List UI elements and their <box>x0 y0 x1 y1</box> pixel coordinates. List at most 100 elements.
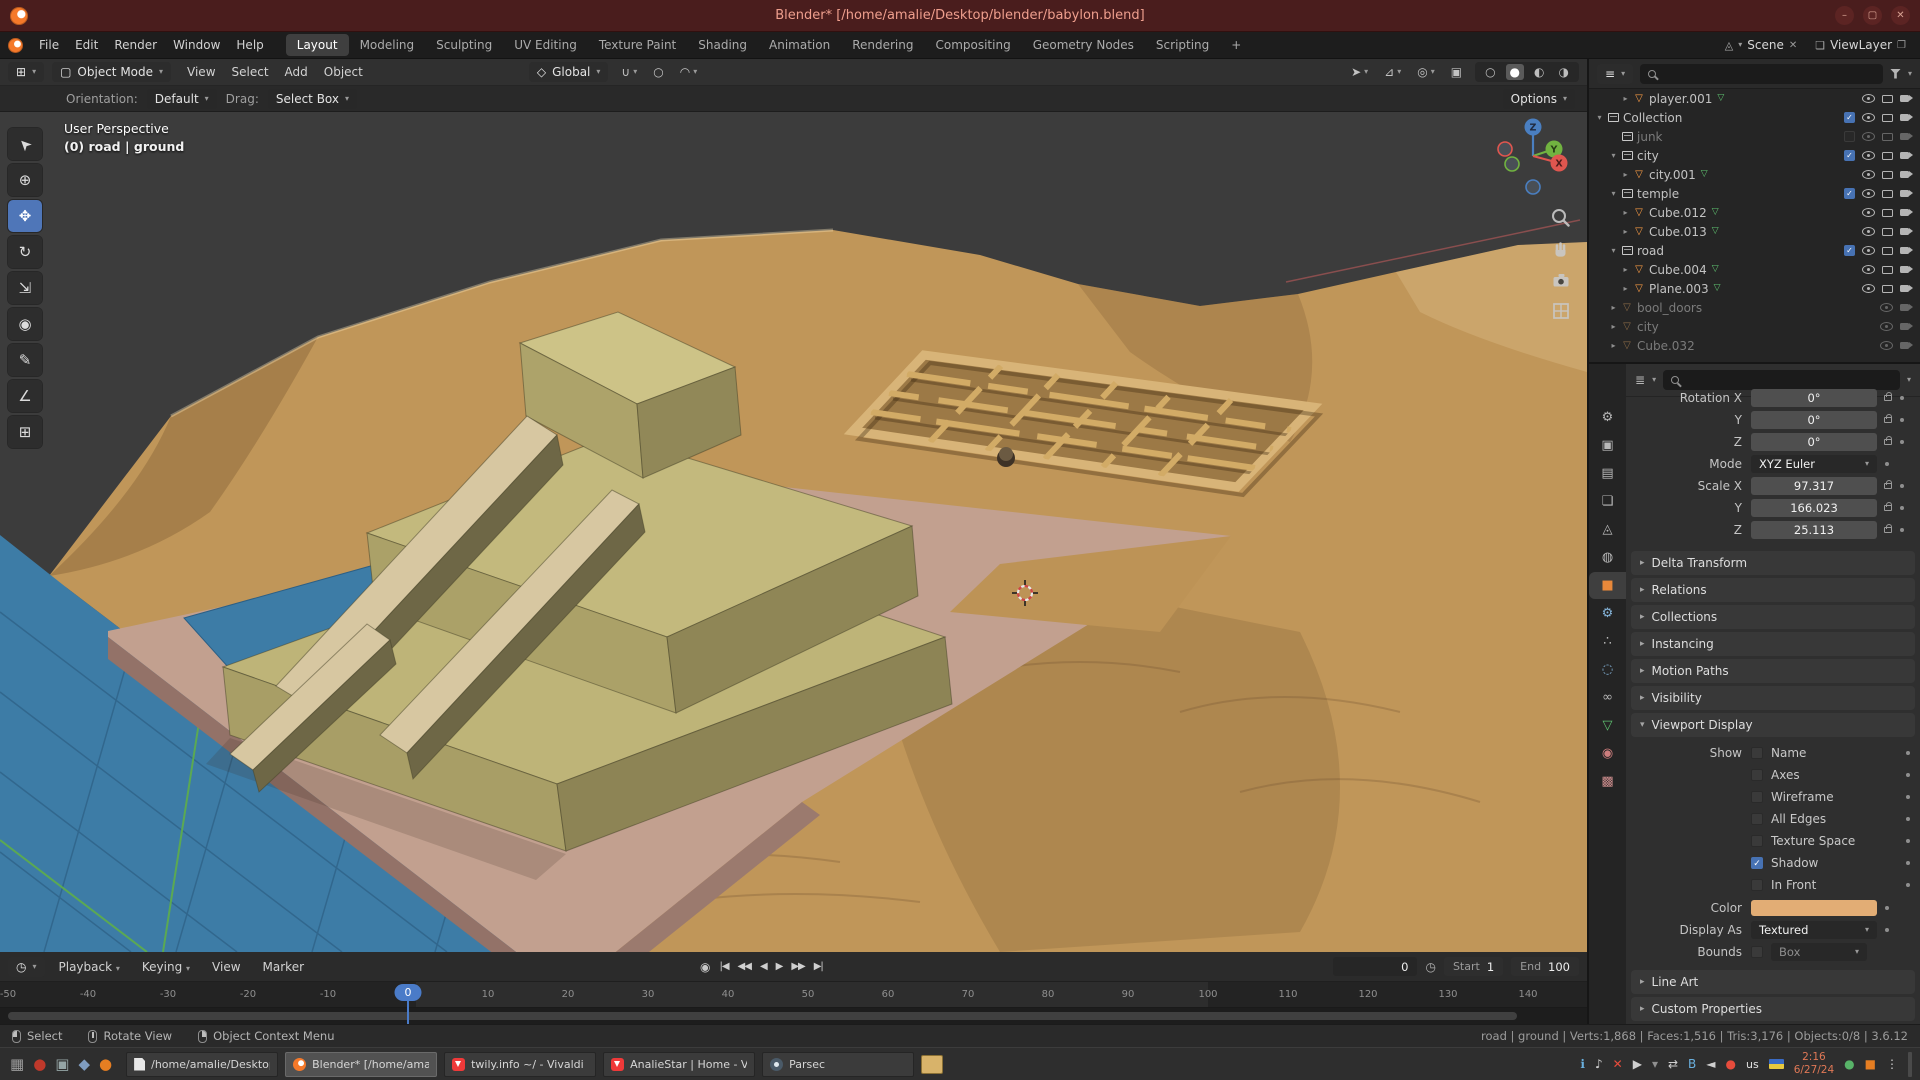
mode-select[interactable]: ▢ Object Mode ▾ <box>52 62 171 82</box>
animate-dot[interactable] <box>1900 440 1904 444</box>
animate-dot[interactable] <box>1906 773 1910 777</box>
tab-material[interactable]: ◉ <box>1589 740 1626 767</box>
disable-render-icon[interactable] <box>1900 171 1909 178</box>
tool-transform[interactable]: ◉ <box>8 308 42 340</box>
panel-section-header[interactable]: ▸ Motion Paths <box>1631 659 1915 683</box>
exclude-checkbox[interactable] <box>1844 112 1855 123</box>
transport-button[interactable]: ◀◀ <box>738 961 751 972</box>
viewport-menu-item[interactable]: Object <box>316 62 371 82</box>
transport-button[interactable]: ▶▶ <box>791 961 804 972</box>
tab-physics[interactable]: ◌ <box>1589 656 1626 683</box>
transform-orientation-select[interactable]: ◇ Global ▾ <box>529 62 609 82</box>
exclude-checkbox[interactable] <box>1844 150 1855 161</box>
sticky-note-window-button[interactable] <box>921 1055 943 1074</box>
snap-toggle[interactable]: ∪ ▾ <box>618 63 640 81</box>
unlink-scene-icon[interactable]: ✕ <box>1789 40 1797 51</box>
tool-rotate[interactable]: ↻ <box>8 236 42 268</box>
panel-section-header[interactable]: ▸ Instancing <box>1631 632 1915 656</box>
tool-annotate[interactable]: ✎ <box>8 344 42 376</box>
expand-arrow[interactable]: ▸ <box>1619 94 1632 103</box>
show-object-types-button[interactable]: ➤ ▾ <box>1348 63 1371 81</box>
toggle-xray-button[interactable]: ▣ ▾ <box>1448 63 1465 81</box>
tab-particles[interactable]: ∴ <box>1589 628 1626 655</box>
hide-eye-icon[interactable] <box>1862 208 1875 217</box>
outliner-editor-type-button[interactable]: ≡ ▾ <box>1597 64 1633 84</box>
tray-icon[interactable]: ♪ <box>1595 1058 1603 1070</box>
shading-rendered[interactable]: ◑ <box>1555 64 1573 80</box>
hide-eye-icon[interactable] <box>1862 189 1875 198</box>
tray-icon[interactable]: ⇄ <box>1668 1058 1678 1070</box>
falloff-select[interactable]: ◠ ▾ <box>677 63 701 81</box>
outliner-search-input[interactable] <box>1640 64 1883 84</box>
viewlayer-selector[interactable]: ❏ ViewLayer ❐ <box>1815 38 1906 52</box>
menu-item[interactable]: Edit <box>67 35 106 55</box>
tool-select-box[interactable]: ➤ <box>8 128 42 160</box>
tray-icon[interactable]: ⋮ <box>1886 1058 1898 1070</box>
animate-dot[interactable] <box>1906 817 1910 821</box>
preview-range-icon[interactable]: ◷ <box>1425 960 1435 974</box>
lock-icon[interactable] <box>1884 505 1892 511</box>
tab-constraints[interactable]: ∞ <box>1589 684 1626 711</box>
disable-viewport-icon[interactable] <box>1882 171 1893 179</box>
pan-hand-icon[interactable] <box>1549 237 1573 261</box>
rotation-mode-select[interactable]: XYZ Euler ▾ <box>1751 455 1877 473</box>
disable-viewport-icon[interactable] <box>1882 190 1893 198</box>
launcher-gray[interactable]: ▣ <box>55 1057 69 1072</box>
expand-arrow[interactable]: ▾ <box>1607 246 1620 255</box>
expand-arrow[interactable]: ▸ <box>1607 341 1620 350</box>
workspace-tab[interactable]: UV Editing <box>503 34 588 56</box>
tab-modifiers[interactable]: ⚙ <box>1589 600 1626 627</box>
tray-icon[interactable]: ▶ <box>1633 1058 1642 1070</box>
options-button[interactable]: Options ▾ <box>1503 89 1575 109</box>
tool-cursor[interactable]: ⊕ <box>8 164 42 196</box>
hide-eye-icon[interactable] <box>1862 113 1875 122</box>
navigation-gizmo[interactable]: Z Y X <box>1493 114 1575 204</box>
show-overlays-button[interactable]: ◎ ▾ <box>1414 63 1438 81</box>
flag-icon[interactable] <box>1769 1059 1784 1069</box>
disable-render-icon[interactable] <box>1900 133 1909 140</box>
disable-render-icon[interactable] <box>1900 266 1909 273</box>
timeline-ruler[interactable]: -50-40-30-20-100102030405060708090100110… <box>0 982 1587 1008</box>
editor-type-button[interactable]: ⊞ ▾ <box>8 62 44 82</box>
road[interactable]: ▾ ▽ road ▽ <box>1589 241 1920 260</box>
disable-render-icon[interactable] <box>1900 114 1909 121</box>
launcher-red[interactable]: ● <box>33 1057 46 1072</box>
taskbar-window-button[interactable]: Blender* [/home/amali... <box>285 1052 437 1077</box>
expand-arrow[interactable]: ▸ <box>1619 227 1632 236</box>
shading-solid[interactable]: ● <box>1506 64 1524 80</box>
properties-search-input[interactable] <box>1663 370 1900 390</box>
timeline-menu-item[interactable]: Playback ▾ <box>51 957 128 977</box>
workspace-tab[interactable]: Geometry Nodes <box>1022 34 1145 56</box>
taskbar-window-button[interactable]: Parsec <box>762 1052 914 1077</box>
disable-render-icon[interactable] <box>1900 323 1909 330</box>
display-checkbox[interactable] <box>1751 879 1763 891</box>
expand-arrow[interactable]: ▸ <box>1607 322 1620 331</box>
panel-section-header[interactable]: ▸ Relations <box>1631 578 1915 602</box>
hide-eye-icon[interactable] <box>1862 246 1875 255</box>
exclude-checkbox[interactable] <box>1844 188 1855 199</box>
workspace-tab[interactable]: Shading <box>687 34 758 56</box>
tab-render[interactable]: ▣ <box>1589 432 1626 459</box>
menu-item[interactable]: Render <box>106 35 165 55</box>
hide-eye-icon[interactable] <box>1862 170 1875 179</box>
menu-item[interactable]: Window <box>165 35 228 55</box>
menu-item[interactable]: Help <box>228 35 271 55</box>
auto-keying-toggle[interactable]: ◉ <box>700 960 710 974</box>
player.001[interactable]: ▸ ▽ player.001 ▽ <box>1589 89 1920 108</box>
animate-dot[interactable] <box>1885 928 1889 932</box>
panel-section-header[interactable]: ▸ Delta Transform <box>1631 551 1915 575</box>
Cube.004[interactable]: ▸ ▽ Cube.004 ▽ <box>1589 260 1920 279</box>
bool_doors[interactable]: ▸ ▽ bool_doors ▽ <box>1589 298 1920 317</box>
zoom-icon[interactable] <box>1549 206 1573 230</box>
display-checkbox[interactable] <box>1751 857 1763 869</box>
shading-wireframe[interactable]: ○ <box>1481 64 1499 80</box>
frame-start-field[interactable]: Start 1 <box>1444 957 1503 976</box>
orientation-dropdown[interactable]: Default ▾ <box>147 89 217 109</box>
tray-icon[interactable]: ✕ <box>1613 1058 1623 1070</box>
expand-arrow[interactable]: ▸ <box>1619 284 1632 293</box>
display-checkbox[interactable] <box>1751 747 1763 759</box>
scale-field[interactable]: 97.317 <box>1751 477 1877 495</box>
timeline-menu-item[interactable]: Marker ▾ <box>255 957 312 977</box>
expand-arrow[interactable]: ▸ <box>1619 265 1632 274</box>
disable-render-icon[interactable] <box>1900 209 1909 216</box>
